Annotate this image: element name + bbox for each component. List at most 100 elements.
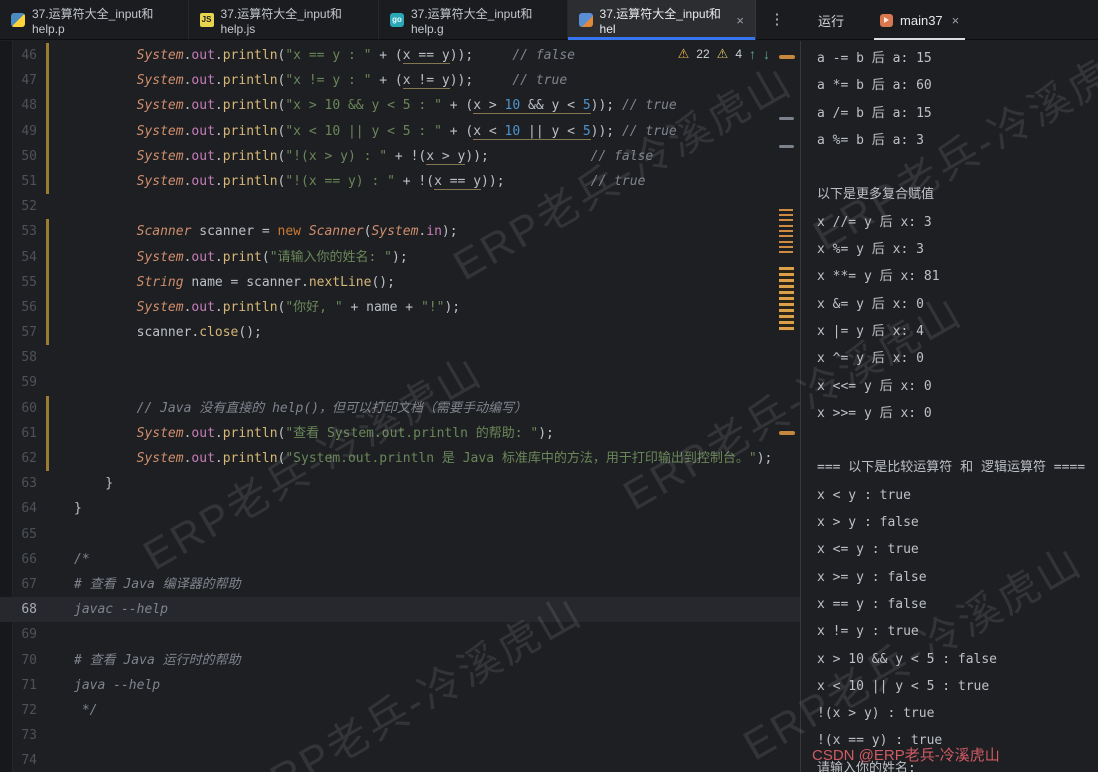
line-number[interactable]: 49	[0, 119, 37, 144]
stripe-mark-dash-grey[interactable]	[779, 117, 794, 120]
code-line[interactable]: 65	[0, 522, 800, 547]
code-text: System.out.println("查看 System.out.printl…	[74, 421, 554, 446]
run-console[interactable]: a -= b 后 a: 15a *= b 后 a: 60a /= b 后 a: …	[800, 41, 1098, 772]
code-text: System.out.print("请输入你的姓名: ");	[74, 245, 408, 270]
line-number[interactable]: 51	[0, 169, 37, 194]
code-line[interactable]: 60 // Java 没有直接的 help()，但可以打印文档（需要手动编写）	[0, 396, 800, 421]
line-number[interactable]: 67	[0, 572, 37, 597]
change-marker	[46, 597, 49, 622]
prev-warning-icon[interactable]: ↑	[749, 46, 756, 62]
line-number[interactable]: 71	[0, 673, 37, 698]
line-number[interactable]: 69	[0, 622, 37, 647]
code-line[interactable]: 48 System.out.println("x > 10 && y < 5 :…	[0, 93, 800, 118]
editor-tab[interactable]: go37.运算符大全_input和help.g	[379, 0, 568, 40]
line-number[interactable]: 70	[0, 648, 37, 673]
console-line: x //= y 后 x: 3	[801, 209, 1098, 236]
code-line[interactable]: 71java --help	[0, 673, 800, 698]
line-number[interactable]: 57	[0, 320, 37, 345]
change-marker	[46, 446, 49, 471]
line-number[interactable]: 48	[0, 93, 37, 118]
code-line[interactable]: 67# 查看 Java 编译器的帮助	[0, 572, 800, 597]
code-line[interactable]: 73	[0, 723, 800, 748]
line-number[interactable]: 56	[0, 295, 37, 320]
warning-count: 22	[696, 47, 709, 61]
stripe-mark-dash-orange[interactable]	[779, 55, 795, 59]
line-number[interactable]: 55	[0, 270, 37, 295]
line-number[interactable]: 63	[0, 471, 37, 496]
code-text: System.out.println("!(x > y) : " + !(x >…	[74, 144, 653, 169]
console-line	[801, 154, 1098, 181]
line-number[interactable]: 52	[0, 194, 37, 219]
code-line[interactable]: 58	[0, 345, 800, 370]
close-icon[interactable]: ×	[952, 13, 960, 28]
change-marker	[46, 396, 49, 421]
line-number[interactable]: 53	[0, 219, 37, 244]
line-number[interactable]: 64	[0, 496, 37, 521]
code-line[interactable]: 54 System.out.print("请输入你的姓名: ");	[0, 245, 800, 270]
line-number[interactable]: 54	[0, 245, 37, 270]
editor-tab[interactable]: 37.运算符大全_input和help.p	[0, 0, 189, 40]
code-line[interactable]: 53 Scanner scanner = new Scanner(System.…	[0, 219, 800, 244]
code-line[interactable]: 66/*	[0, 547, 800, 572]
code-line[interactable]: 69	[0, 622, 800, 647]
change-marker	[46, 547, 49, 572]
code-line[interactable]: 52	[0, 194, 800, 219]
console-line: a %= b 后 a: 3	[801, 127, 1098, 154]
code-line[interactable]: 51 System.out.println("!(x == y) : " + !…	[0, 169, 800, 194]
line-number[interactable]: 68	[0, 597, 37, 622]
run-panel-title: 运行	[818, 11, 844, 30]
code-line[interactable]: 55 String name = scanner.nextLine();	[0, 270, 800, 295]
line-number[interactable]: 74	[0, 748, 37, 772]
code-line[interactable]: 64}	[0, 496, 800, 521]
line-number[interactable]: 62	[0, 446, 37, 471]
stripe-mark-dash-grey[interactable]	[779, 145, 794, 148]
code-line[interactable]: 59	[0, 370, 800, 395]
change-marker	[46, 68, 49, 93]
tab-label: 37.运算符大全_input和help.js	[221, 5, 367, 36]
next-warning-icon[interactable]: ↓	[763, 46, 770, 62]
code-line[interactable]: 50 System.out.println("!(x > y) : " + !(…	[0, 144, 800, 169]
run-tab-main37[interactable]: main37 ×	[870, 0, 969, 40]
stripe-mark-bars[interactable]	[779, 225, 793, 237]
code-line[interactable]: 62 System.out.println("System.out.printl…	[0, 446, 800, 471]
line-number[interactable]: 46	[0, 43, 37, 68]
change-marker	[46, 43, 49, 68]
code-editor[interactable]: 46 System.out.println("x == y : " + (x =…	[0, 41, 800, 772]
line-number[interactable]: 65	[0, 522, 37, 547]
line-number[interactable]: 59	[0, 370, 37, 395]
code-line[interactable]: 57 scanner.close();	[0, 320, 800, 345]
console-line: x >>= y 后 x: 0	[801, 400, 1098, 427]
code-line[interactable]: 56 System.out.println("你好, " + name + "!…	[0, 295, 800, 320]
code-line[interactable]: 61 System.out.println("查看 System.out.pri…	[0, 421, 800, 446]
more-tabs-icon[interactable]: ⋮	[760, 0, 794, 40]
editor-tab[interactable]: JS37.运算符大全_input和help.js	[189, 0, 379, 40]
stripe-mark-stripes[interactable]	[779, 267, 794, 331]
line-number[interactable]: 73	[0, 723, 37, 748]
change-marker	[46, 144, 49, 169]
code-line[interactable]: 47 System.out.println("x != y : " + (x !…	[0, 68, 800, 93]
run-panel-header: 运行 main37 ×	[800, 0, 1098, 40]
stripe-mark-dash-orange[interactable]	[779, 431, 795, 435]
ide-window: 37.运算符大全_input和help.pJS37.运算符大全_input和he…	[0, 0, 1098, 772]
code-line[interactable]: 70# 查看 Java 运行时的帮助	[0, 648, 800, 673]
line-number[interactable]: 60	[0, 396, 37, 421]
inspections-widget[interactable]: ⚠ 22 ⚠ 4 ↑ ↓	[678, 46, 770, 62]
editor-tab[interactable]: 37.运算符大全_input和hel×	[568, 0, 756, 40]
code-text: }	[74, 496, 82, 521]
code-line[interactable]: 63 }	[0, 471, 800, 496]
code-line[interactable]: 68javac --help	[0, 597, 800, 622]
code-line[interactable]: 74	[0, 748, 800, 772]
code-line[interactable]: 49 System.out.println("x < 10 || y < 5 :…	[0, 119, 800, 144]
line-number[interactable]: 66	[0, 547, 37, 572]
change-marker	[46, 320, 49, 345]
line-number[interactable]: 61	[0, 421, 37, 446]
line-number[interactable]: 58	[0, 345, 37, 370]
line-number[interactable]: 50	[0, 144, 37, 169]
line-number[interactable]: 72	[0, 698, 37, 723]
line-number[interactable]: 47	[0, 68, 37, 93]
stripe-mark-bars[interactable]	[779, 209, 793, 221]
error-stripe[interactable]	[778, 41, 800, 772]
stripe-mark-bars[interactable]	[779, 241, 793, 253]
code-line[interactable]: 72 */	[0, 698, 800, 723]
close-icon[interactable]: ×	[736, 13, 744, 28]
